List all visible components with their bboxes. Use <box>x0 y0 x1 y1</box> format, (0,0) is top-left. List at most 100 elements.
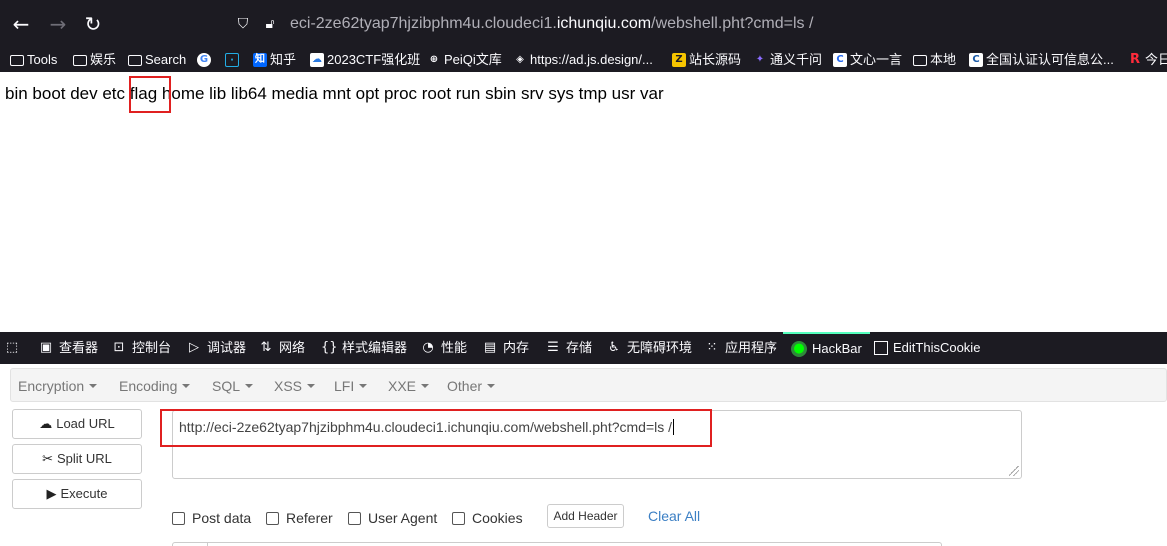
play-circle-icon: ▶ <box>46 487 57 502</box>
bookmark-zhanzhang[interactable]: Z 站长源码 <box>672 51 741 69</box>
menu-encoding[interactable]: Encoding <box>119 376 191 396</box>
tab-performance[interactable]: ◔ 性能 <box>420 332 467 364</box>
user-agent-checkbox[interactable]: User Agent <box>348 509 437 527</box>
tongyi-icon: ✦ <box>755 54 765 65</box>
bookmark-jsdesign[interactable]: ◈ https://ad.js.design/... <box>513 51 653 69</box>
tab-label: 内存 <box>503 340 530 355</box>
cookie-icon <box>874 341 888 355</box>
execute-button[interactable]: ▶ Execute <box>12 479 142 509</box>
console-icon: ⊡ <box>113 340 125 355</box>
checkbox-box[interactable] <box>348 511 361 525</box>
globe-icon: ⊕ <box>429 54 439 65</box>
load-url-button[interactable]: ☁ Load URL <box>12 409 142 439</box>
tab-hackbar[interactable]: ● HackBar <box>783 332 870 364</box>
clear-all-link[interactable]: Clear All <box>648 507 700 525</box>
cookies-checkbox[interactable]: Cookies <box>452 509 523 527</box>
tab-editthiscookie[interactable]: EditThisCookie <box>874 332 980 364</box>
flag-highlight-box <box>129 76 171 113</box>
tab-pick-element[interactable]: ⬚ <box>4 332 25 364</box>
add-header-button[interactable]: Add Header <box>547 504 624 528</box>
bookmark-local[interactable]: 本地 <box>913 51 956 69</box>
bookmark-cert[interactable]: C 全国认证认可信息公... <box>969 51 1114 69</box>
tab-storage[interactable]: ☰ 存储 <box>545 332 592 364</box>
bookmark-bilibili[interactable]: · <box>225 51 242 69</box>
bookmark-wenxin[interactable]: C 文心一言 <box>833 51 902 69</box>
storage-icon: ☰ <box>547 340 559 355</box>
resize-grip-icon[interactable] <box>1009 466 1019 476</box>
bookmark-today[interactable]: R 今日 <box>1128 51 1167 69</box>
folder-icon <box>10 54 24 66</box>
tab-label: 控制台 <box>132 340 172 355</box>
bookmark-peiqi[interactable]: ⊕ PeiQi文库 <box>427 51 502 69</box>
cloud-icon: ☁ <box>310 53 324 67</box>
tab-style-editor[interactable]: {} 样式编辑器 <box>321 332 407 364</box>
menu-xxe[interactable]: XXE <box>388 376 430 396</box>
page-content: bin boot dev etc flag home lib lib64 med… <box>0 72 1167 332</box>
bookmark-tools[interactable]: Tools <box>10 51 57 69</box>
menu-xss[interactable]: XSS <box>274 376 316 396</box>
menu-encryption[interactable]: Encryption <box>18 376 98 396</box>
menu-sql[interactable]: SQL <box>212 376 254 396</box>
tab-inspector[interactable]: ▣ 查看器 <box>38 332 98 364</box>
hackbar-icon: ● <box>791 341 807 357</box>
tab-network[interactable]: ⇅ 网络 <box>258 332 305 364</box>
tab-label: 样式编辑器 <box>342 340 408 355</box>
output-text-before: bin boot dev etc <box>5 84 130 103</box>
menu-other[interactable]: Other <box>447 376 496 396</box>
bilibili-icon: · <box>225 53 239 67</box>
insecure-lock-icon[interactable]: 🔓︎ <box>261 15 279 33</box>
arrow-right-icon[interactable]: → <box>46 12 70 36</box>
tab-console[interactable]: ⊡ 控制台 <box>111 332 171 364</box>
zz-icon: Z <box>672 53 686 67</box>
tab-label: EditThisCookie <box>893 340 981 355</box>
tab-debugger[interactable]: ▷ 调试器 <box>186 332 246 364</box>
shield-icon[interactable]: ⛉ <box>234 15 252 33</box>
header-field[interactable] <box>172 542 942 546</box>
bookmark-google[interactable]: G <box>197 51 214 69</box>
bookmark-zhihu[interactable]: 知知乎 <box>253 51 296 69</box>
post-data-checkbox[interactable]: Post data <box>172 509 251 527</box>
button-label: Execute <box>60 486 108 501</box>
tab-label: 无障碍环境 <box>627 340 693 355</box>
bookmark-entertainment[interactable]: 娱乐 <box>73 51 116 69</box>
checkbox-label: User Agent <box>368 510 438 526</box>
bookmark-tongyi[interactable]: ✦ 通义千问 <box>753 51 822 69</box>
caret-down-icon <box>487 384 496 388</box>
caret-down-icon <box>359 384 368 388</box>
devtools-toolbar: ⬚ ▣ 查看器 ⊡ 控制台 ▷ 调试器 ⇅ 网络 {} 样式编辑器 ◔ 性能 ▤ 内存 ☰ 存储… <box>0 332 1167 364</box>
bookmark-label: 2023CTF强化班 <box>327 52 421 67</box>
folder-icon <box>73 54 87 66</box>
tab-label: 存储 <box>566 340 593 355</box>
reload-icon[interactable]: ↻ <box>81 12 105 36</box>
tab-application[interactable]: ⁙ 应用程序 <box>704 332 777 364</box>
tab-memory[interactable]: ▤ 内存 <box>482 332 529 364</box>
arrow-left-icon[interactable]: ← <box>9 12 33 36</box>
referer-checkbox[interactable]: Referer <box>266 509 333 527</box>
split-url-button[interactable]: ✂ Split URL <box>12 444 142 474</box>
bookmark-ctf[interactable]: ☁ 2023CTF强化班 <box>310 51 420 69</box>
menu-lfi[interactable]: LFI <box>334 376 368 396</box>
button-label: Load URL <box>56 416 115 431</box>
caret-down-icon <box>421 384 430 388</box>
tab-label: 应用程序 <box>725 340 778 355</box>
address-bar[interactable]: ⛉ 🔓︎ eci-2ze62tyap7hjzibphm4u.cloudeci1.… <box>228 6 1167 42</box>
url-suffix: /webshell.pht?cmd=ls / <box>651 15 814 32</box>
caret-down-icon <box>245 384 254 388</box>
checkbox-label: Referer <box>286 510 333 526</box>
checkbox-box[interactable] <box>266 511 279 525</box>
tab-accessibility[interactable]: ♿ 无障碍环境 <box>606 332 692 364</box>
url-text[interactable]: eci-2ze62tyap7hjzibphm4u.cloudeci1.ichun… <box>290 14 813 34</box>
wenxin-icon: C <box>833 53 847 67</box>
caret-down-icon <box>307 384 316 388</box>
checkbox-box[interactable] <box>172 511 185 525</box>
memory-icon: ▤ <box>483 340 497 355</box>
bookmark-search[interactable]: Search <box>128 51 186 69</box>
menu-label: Encryption <box>18 378 85 394</box>
bookmark-label: 娱乐 <box>90 52 117 67</box>
bookmarks-toolbar: Tools 娱乐 Search G · 知知乎 ☁ 2023CTF强化班 ⊕ Pei… <box>0 48 1167 72</box>
checkbox-box[interactable] <box>452 511 465 525</box>
checkbox-label: Cookies <box>472 510 523 526</box>
menu-label: XXE <box>388 378 417 394</box>
menu-label: Other <box>447 378 483 394</box>
url-prefix: eci-2ze62tyap7hjzibphm4u.cloudeci1. <box>290 15 557 32</box>
